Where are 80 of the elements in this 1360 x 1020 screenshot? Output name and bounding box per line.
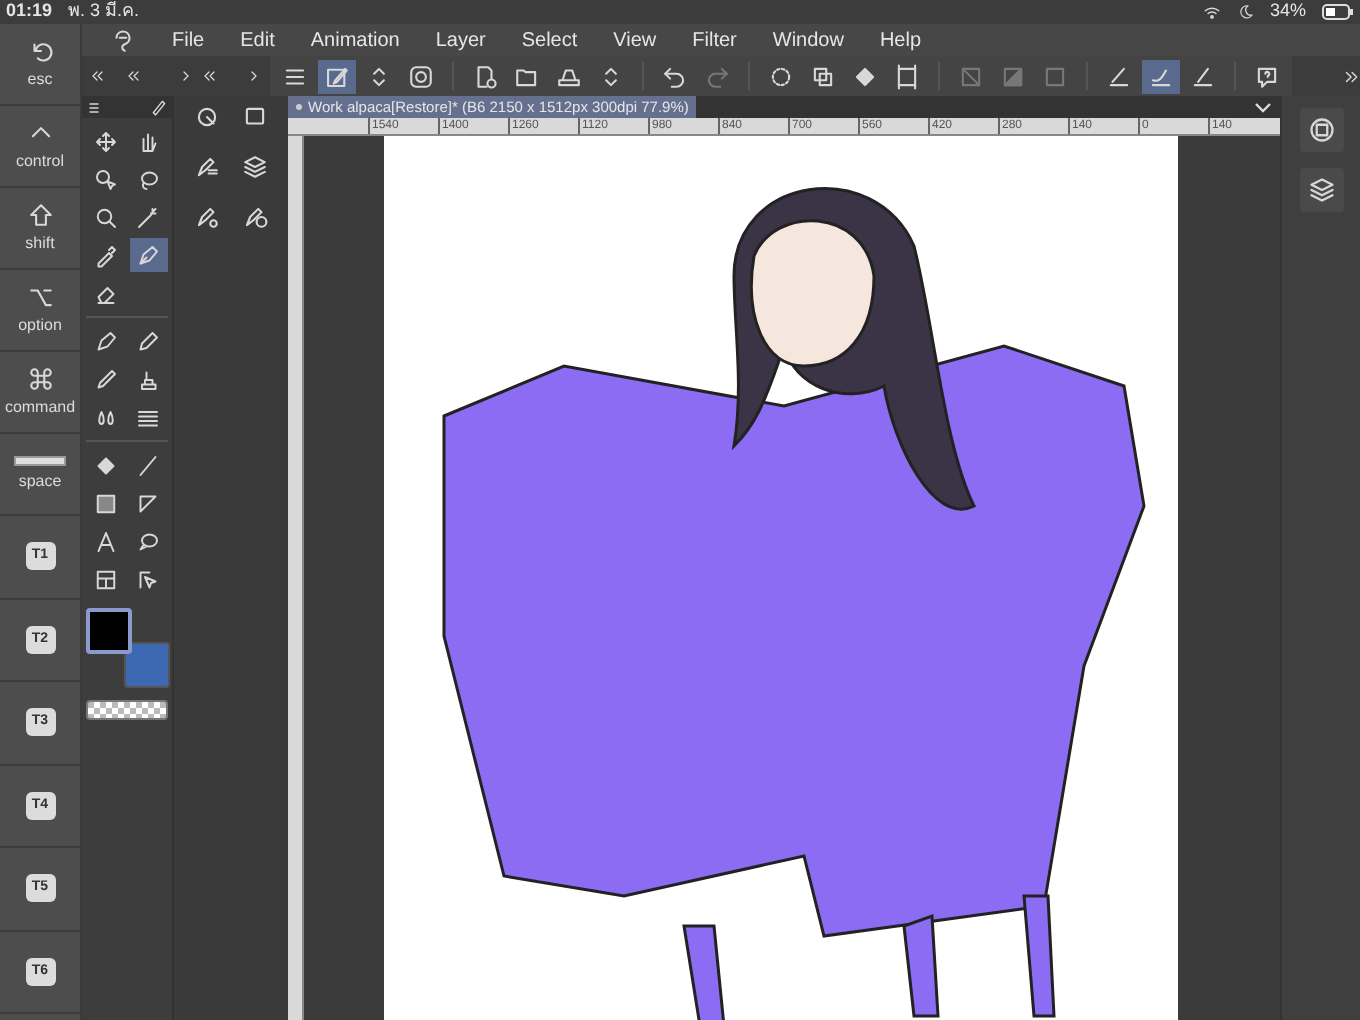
target-icon	[407, 63, 434, 89]
stack-icon[interactable]	[242, 154, 269, 180]
undo-icon	[27, 37, 53, 63]
droplets-icon	[93, 405, 118, 429]
pen-line-icon	[1189, 63, 1216, 89]
new-file-icon	[471, 63, 498, 89]
layers-icon[interactable]	[1307, 176, 1335, 204]
clock-time: 01:19	[6, 0, 53, 25]
shift-arrow-icon	[27, 201, 53, 227]
menu-item[interactable]: Layer	[435, 25, 486, 55]
toolbar-button[interactable]	[1141, 59, 1180, 93]
folder-icon	[513, 63, 540, 89]
frame-icon	[93, 567, 118, 591]
magnifier-icon	[93, 205, 118, 229]
stylus-curve-icon	[1147, 63, 1174, 89]
moon-icon	[1237, 4, 1254, 20]
menu-item[interactable]: View	[613, 25, 657, 55]
redo-icon	[703, 63, 730, 89]
pen-line-icon	[1105, 63, 1132, 89]
navigator-icon[interactable]	[1307, 116, 1335, 144]
menu-icon	[281, 63, 308, 89]
list-icon[interactable]	[86, 99, 102, 115]
half-square-icon	[999, 63, 1026, 89]
menu-item[interactable]: Filter	[692, 25, 737, 55]
option-key-icon	[27, 283, 53, 309]
transform-icon	[893, 63, 920, 89]
command-key-icon	[27, 365, 53, 391]
pen-icon	[136, 243, 161, 267]
copy-icon	[809, 63, 836, 89]
date-text: พ. 3 มี.ค.	[68, 0, 140, 25]
app-logo-icon[interactable]	[110, 27, 136, 53]
collapse-icon[interactable]	[125, 68, 142, 84]
square-icon	[1041, 63, 1068, 89]
main-color-swatch[interactable]	[86, 608, 132, 654]
expand-icon[interactable]	[1342, 67, 1360, 85]
move-arrows-icon	[93, 129, 118, 153]
battery-icon	[1322, 4, 1354, 20]
dot-icon	[296, 104, 302, 110]
stamp-icon	[136, 367, 161, 391]
menu-item[interactable]: Help	[879, 25, 922, 55]
object-select-icon	[136, 567, 161, 591]
menu-item[interactable]: Window	[772, 25, 844, 55]
battery-percentage: 34%	[1269, 0, 1306, 25]
crossed-square-icon	[957, 63, 984, 89]
chevron-down-icon[interactable]	[1254, 101, 1272, 113]
dotted-circle-icon	[767, 63, 794, 89]
wifi-icon	[1201, 3, 1222, 21]
printer-icon	[555, 63, 582, 89]
pen-nib-icon	[93, 329, 118, 353]
layer-square-icon[interactable]	[242, 104, 269, 130]
eraser-icon	[93, 281, 118, 305]
menu-item[interactable]: File	[172, 25, 205, 55]
transparent-color-swatch[interactable]	[86, 700, 168, 720]
undo-icon	[661, 63, 688, 89]
eyedropper-icon	[93, 243, 118, 267]
magic-wand-icon	[136, 205, 161, 229]
collapse-icon[interactable]	[90, 68, 106, 84]
menu-item[interactable]: Select	[521, 25, 578, 55]
sub-color-swatch[interactable]	[124, 642, 170, 688]
tool-button[interactable]	[129, 238, 168, 272]
pencil-icon	[93, 367, 118, 391]
lasso-icon	[136, 167, 161, 191]
speech-balloon-icon	[136, 529, 161, 553]
menu-item[interactable]: Edit	[240, 25, 275, 55]
ruler-triangle-icon	[136, 491, 161, 515]
gradient-icon	[93, 491, 118, 515]
selection-icon	[93, 167, 118, 191]
toolbar-button[interactable]	[317, 59, 356, 93]
zoom-target-icon[interactable]	[193, 104, 220, 130]
lines-icon	[136, 405, 161, 429]
help-icon	[1253, 63, 1280, 89]
collapse-icon[interactable]	[201, 68, 218, 84]
pen-square-icon	[323, 63, 350, 89]
marker-icon	[136, 329, 161, 353]
text-tool-icon	[93, 529, 118, 553]
pen-icon[interactable]	[150, 98, 168, 116]
space-bar-icon	[14, 455, 66, 465]
line-icon	[136, 453, 161, 477]
menu-item[interactable]: Animation	[310, 25, 400, 55]
pen-layers-icon[interactable]	[193, 154, 220, 180]
